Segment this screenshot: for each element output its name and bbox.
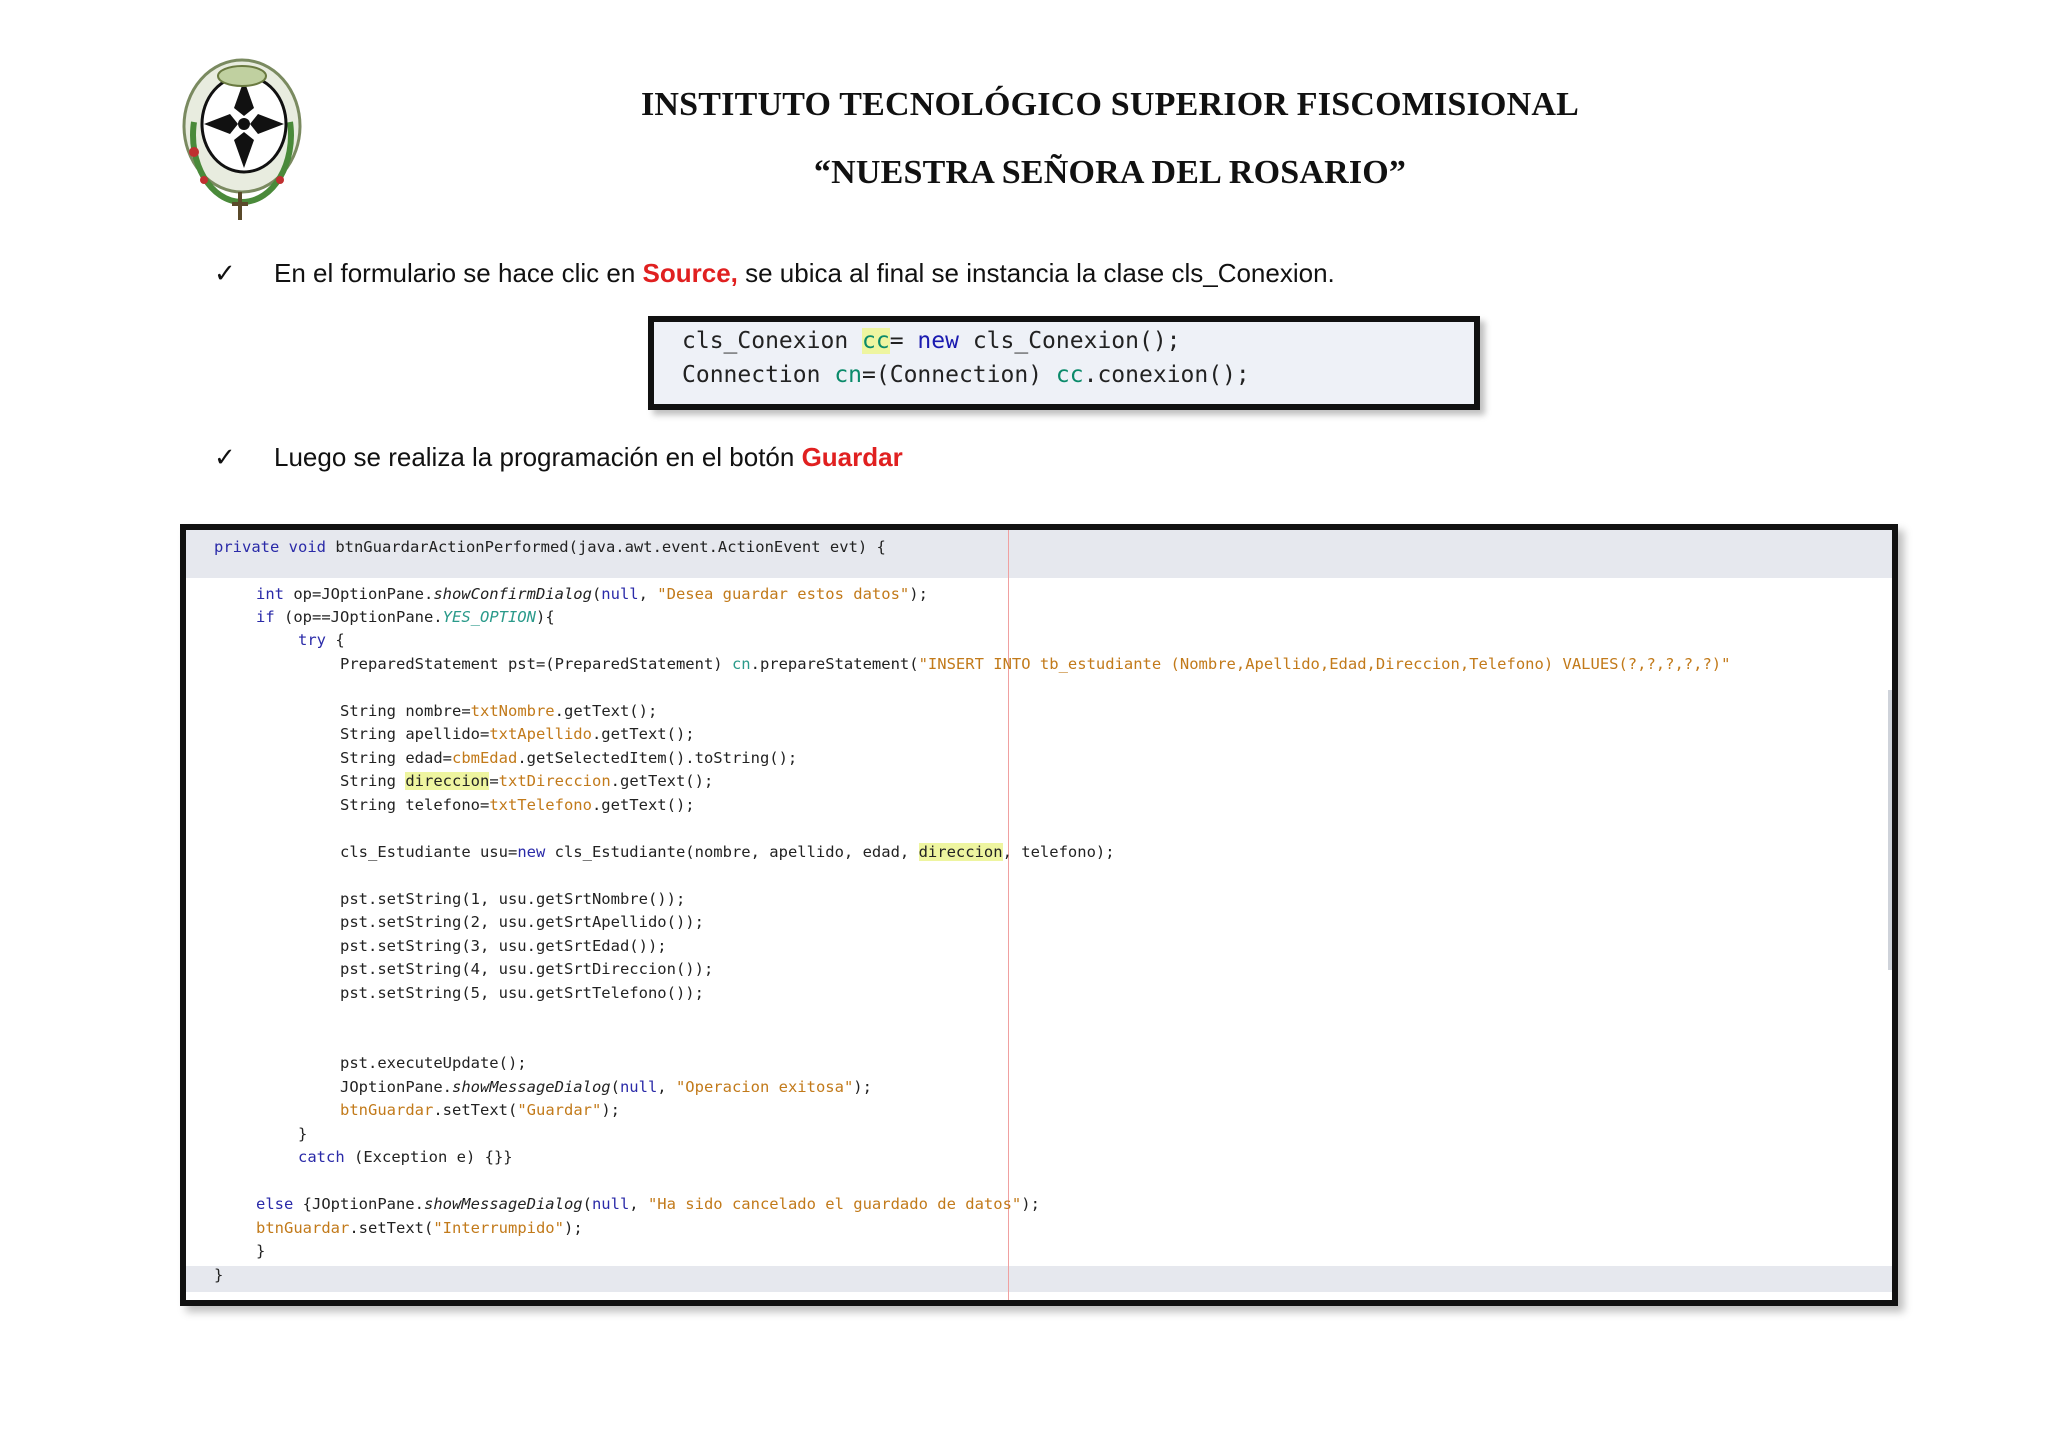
code-line: } bbox=[298, 1125, 308, 1143]
code-line: pst.setString(1, usu.getSrtNombre()); bbox=[340, 890, 686, 908]
code-line: private void btnGuardarActionPerformed(j… bbox=[214, 538, 886, 556]
bullet-item-source: ✓ En el formulario se hace clic en Sourc… bbox=[214, 258, 1335, 289]
highlight-guardar: Guardar bbox=[801, 442, 903, 472]
code-line: PreparedStatement pst=(PreparedStatement… bbox=[340, 655, 1731, 673]
code-line: pst.setString(2, usu.getSrtApellido()); bbox=[340, 913, 704, 931]
bullet-item-guardar: ✓ Luego se realiza la programación en el… bbox=[214, 442, 903, 473]
institution-title: INSTITUTO TECNOLÓGICO SUPERIOR FISCOMISI… bbox=[640, 86, 1580, 123]
code-line: String nombre=txtNombre.getText(); bbox=[340, 702, 658, 720]
crest-logo bbox=[182, 58, 302, 220]
checkmark-icon: ✓ bbox=[214, 258, 236, 289]
code-line: btnGuardar.setText("Interrumpido"); bbox=[256, 1219, 583, 1237]
code-line: String edad=cbmEdad.getSelectedItem().to… bbox=[340, 749, 798, 767]
checkmark-icon: ✓ bbox=[214, 442, 236, 473]
bullet-text: Luego se realiza la programación en el b… bbox=[274, 442, 903, 472]
code-line: String apellido=txtApellido.getText(); bbox=[340, 725, 695, 743]
highlight-source: Source, bbox=[642, 258, 738, 288]
code-line: Connection cn=(Connection) cc.conexion()… bbox=[682, 362, 1250, 388]
margin-guide-line bbox=[1008, 530, 1009, 1300]
code-line: pst.executeUpdate(); bbox=[340, 1054, 527, 1072]
code-line: JOptionPane.showMessageDialog(null, "Ope… bbox=[340, 1078, 872, 1096]
scrollbar[interactable] bbox=[1888, 690, 1892, 970]
code-line: } bbox=[214, 1266, 224, 1284]
code-line: String telefono=txtTelefono.getText(); bbox=[340, 796, 695, 814]
bullet-text: En el formulario se hace clic en Source,… bbox=[274, 258, 1335, 288]
code-line: pst.setString(5, usu.getSrtTelefono()); bbox=[340, 984, 704, 1002]
code-line: pst.setString(3, usu.getSrtEdad()); bbox=[340, 937, 667, 955]
code-line: cls_Estudiante usu=new cls_Estudiante(no… bbox=[340, 843, 1115, 861]
method-footer-band bbox=[186, 1266, 1892, 1292]
code-line: try { bbox=[298, 631, 345, 649]
code-line: String direccion=txtDireccion.getText(); bbox=[340, 772, 714, 790]
code-line: if (op==JOptionPane.YES_OPTION){ bbox=[256, 608, 555, 626]
code-line: int op=JOptionPane.showConfirmDialog(nul… bbox=[256, 585, 928, 603]
code-line: btnGuardar.setText("Guardar"); bbox=[340, 1101, 620, 1119]
code-line: cls_Conexion cc= new cls_Conexion(); bbox=[682, 328, 1181, 354]
institution-subtitle: “NUESTRA SEÑORA DEL ROSARIO” bbox=[813, 154, 1407, 191]
code-screenshot-guardar: private void btnGuardarActionPerformed(j… bbox=[180, 524, 1898, 1306]
code-line: } bbox=[256, 1242, 266, 1260]
code-snippet-connection: cls_Conexion cc= new cls_Conexion(); Con… bbox=[648, 316, 1480, 410]
code-line: catch (Exception e) {}} bbox=[298, 1148, 513, 1166]
code-line: else {JOptionPane.showMessageDialog(null… bbox=[256, 1195, 1040, 1213]
code-line: pst.setString(4, usu.getSrtDireccion()); bbox=[340, 960, 714, 978]
